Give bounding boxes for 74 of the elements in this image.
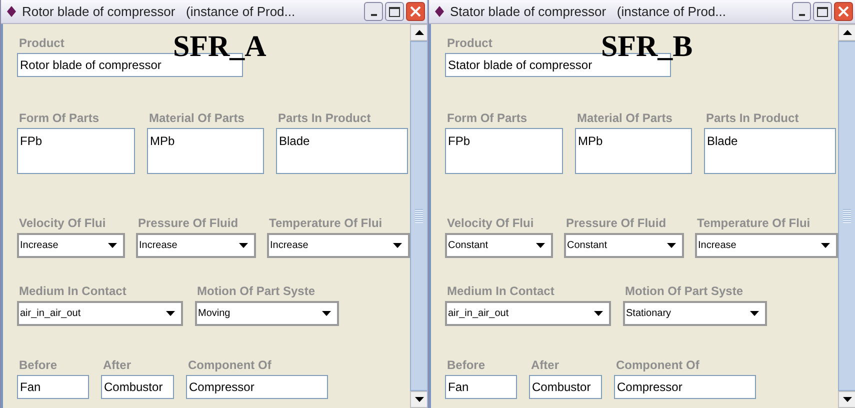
grip-icon <box>415 209 423 223</box>
text-area[interactable]: Blade <box>276 128 408 174</box>
dropdown[interactable]: Moving <box>195 301 339 326</box>
field-label: Form Of Parts <box>446 111 528 125</box>
up-arrow-icon <box>842 30 852 35</box>
scrollbar[interactable] <box>838 24 855 408</box>
close-button[interactable] <box>834 2 853 21</box>
caret-icon <box>821 243 830 248</box>
field-label: After <box>530 358 560 372</box>
caret-icon <box>322 311 331 316</box>
dropdown[interactable]: Constant <box>445 233 553 258</box>
text-field[interactable]: Compressor <box>186 375 328 399</box>
field-label: Temperature Of Flui <box>696 216 812 230</box>
maximize-button[interactable] <box>813 2 832 21</box>
dropdown[interactable]: Increase <box>136 233 256 258</box>
field-label: Medium In Contact <box>446 284 556 298</box>
caret-icon <box>239 243 248 248</box>
field-label: Parts In Product <box>705 111 800 125</box>
field-label: Parts In Product <box>277 111 372 125</box>
field-label: Motion Of Part Syste <box>196 284 316 298</box>
minimize-button[interactable] <box>364 2 383 21</box>
caret-icon <box>750 311 759 316</box>
text-field[interactable]: Combustor <box>529 375 602 399</box>
caret-icon <box>108 243 117 248</box>
field-label: Velocity Of Flui <box>446 216 535 230</box>
caret-icon <box>536 243 545 248</box>
field-label: Component Of <box>615 358 700 372</box>
field-label: Material Of Parts <box>148 111 246 125</box>
field-label: Before <box>446 358 486 372</box>
field-label: Component Of <box>187 358 272 372</box>
text-field[interactable]: Combustor <box>101 375 174 399</box>
down-arrow-icon <box>842 397 852 402</box>
minimize-button[interactable] <box>792 2 811 21</box>
text-field[interactable]: Compressor <box>614 375 756 399</box>
text-area[interactable]: MPb <box>147 128 264 174</box>
dropdown[interactable]: Increase <box>267 233 410 258</box>
dropdown[interactable]: Stationary <box>623 301 767 326</box>
close-icon <box>410 6 421 17</box>
scrollbar[interactable] <box>410 24 427 408</box>
field-label: Medium In Contact <box>18 284 128 298</box>
dropdown[interactable]: Increase <box>695 233 838 258</box>
text-area[interactable]: FPb <box>17 128 135 174</box>
caret-icon <box>594 311 603 316</box>
field-label: Before <box>18 358 58 372</box>
field-label: After <box>102 358 132 372</box>
diamond-icon <box>7 6 16 17</box>
field-label: Motion Of Part Syste <box>624 284 744 298</box>
text-field[interactable]: Fan <box>17 375 89 399</box>
dropdown[interactable]: Constant <box>564 233 684 258</box>
close-icon <box>838 6 849 17</box>
field-label: Pressure Of Fluid <box>137 216 240 230</box>
up-arrow-icon <box>414 30 424 35</box>
field-label: Material Of Parts <box>576 111 674 125</box>
text-area[interactable]: FPb <box>445 128 563 174</box>
caret-icon <box>393 243 402 248</box>
caret-icon <box>667 243 676 248</box>
down-arrow-icon <box>414 397 424 402</box>
close-button[interactable] <box>406 2 425 21</box>
maximize-button[interactable] <box>385 2 404 21</box>
field-label: Temperature Of Flui <box>268 216 384 230</box>
caret-icon <box>166 311 175 316</box>
diamond-icon <box>435 6 444 17</box>
field-label: Velocity Of Flui <box>18 216 107 230</box>
text-field[interactable]: Fan <box>445 375 517 399</box>
field-label: Pressure Of Fluid <box>565 216 668 230</box>
field-label: Form Of Parts <box>18 111 100 125</box>
window-title: Rotor blade of compressor (instance of Prod... <box>22 2 296 21</box>
text-area[interactable]: MPb <box>575 128 692 174</box>
window-title: Stator blade of compressor (instance of Prod... <box>450 2 728 21</box>
dropdown[interactable]: Increase <box>17 233 125 258</box>
dropdown[interactable]: air_in_air_out <box>445 301 611 326</box>
dropdown[interactable]: air_in_air_out <box>17 301 183 326</box>
text-area[interactable]: Blade <box>704 128 836 174</box>
grip-icon <box>843 209 851 223</box>
